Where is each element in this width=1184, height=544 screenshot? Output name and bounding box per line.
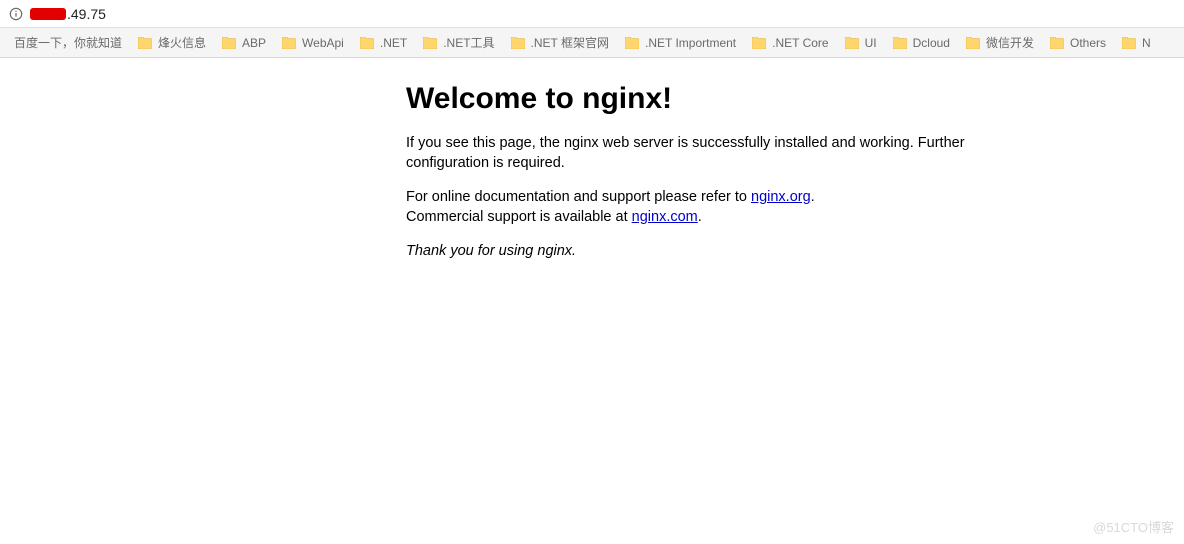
bm-ui[interactable]: UI xyxy=(837,30,885,56)
p2-mid: . xyxy=(811,189,815,205)
redacted-ip-portion xyxy=(30,8,66,20)
bookmark-label: .NET 框架官网 xyxy=(531,34,609,51)
folder-icon xyxy=(282,37,296,49)
folder-icon xyxy=(752,37,766,49)
folder-icon xyxy=(222,37,236,49)
bookmark-label: Dcloud xyxy=(913,36,950,50)
bm-abp[interactable]: ABP xyxy=(214,30,274,56)
bookmark-label: WebApi xyxy=(302,36,344,50)
bm-n-partial[interactable]: N xyxy=(1114,30,1159,56)
bookmark-label: Others xyxy=(1070,36,1106,50)
bookmark-label: 微信开发 xyxy=(986,34,1034,51)
info-icon[interactable] xyxy=(8,6,24,22)
folder-icon xyxy=(966,37,980,49)
bookmark-label: .NET Core xyxy=(772,36,828,50)
watermark-text: @51CTO博客 xyxy=(1093,517,1174,536)
folder-icon xyxy=(625,37,639,49)
bm-baidu[interactable]: 百度一下，你就知道 xyxy=(6,30,130,56)
p2-end: . xyxy=(698,209,702,225)
folder-icon xyxy=(423,37,437,49)
bookmark-label: 百度一下，你就知道 xyxy=(14,34,122,51)
bm-dotnet-core[interactable]: .NET Core xyxy=(744,30,836,56)
paragraph-docs: For online documentation and support ple… xyxy=(406,188,996,227)
address-bar: .49.75 xyxy=(0,0,1184,28)
bookmark-label: 烽火信息 xyxy=(158,34,206,51)
bm-others[interactable]: Others xyxy=(1042,30,1114,56)
folder-icon xyxy=(1050,37,1064,49)
link-nginx-com[interactable]: nginx.com xyxy=(632,209,698,225)
folder-icon xyxy=(893,37,907,49)
bm-dcloud[interactable]: Dcloud xyxy=(885,30,958,56)
paragraph-thanks: Thank you for using nginx. xyxy=(406,242,996,262)
folder-icon xyxy=(360,37,374,49)
bookmark-label: .NET xyxy=(380,36,407,50)
bookmark-label: .NET工具 xyxy=(443,34,494,51)
bookmark-label: .NET Importment xyxy=(645,36,736,50)
paragraph-installed: If you see this page, the nginx web serv… xyxy=(406,134,996,173)
link-nginx-org[interactable]: nginx.org xyxy=(751,189,811,205)
bm-dotnet[interactable]: .NET xyxy=(352,30,415,56)
bookmark-label: ABP xyxy=(242,36,266,50)
folder-icon xyxy=(511,37,525,49)
bm-dotnet-framework[interactable]: .NET 框架官网 xyxy=(503,30,617,56)
bm-webapi[interactable]: WebApi xyxy=(274,30,352,56)
folder-icon xyxy=(138,37,152,49)
bm-dotnet-importment[interactable]: .NET Importment xyxy=(617,30,744,56)
p2-after: Commercial support is available at xyxy=(406,209,632,225)
url-text[interactable]: .49.75 xyxy=(67,6,106,22)
bm-fenghuo[interactable]: 烽火信息 xyxy=(130,30,214,56)
folder-icon xyxy=(845,37,859,49)
bookmark-label: N xyxy=(1142,36,1151,50)
bm-wechat-dev[interactable]: 微信开发 xyxy=(958,30,1042,56)
folder-icon xyxy=(1122,37,1136,49)
page-content: Welcome to nginx! If you see this page, … xyxy=(406,82,996,262)
bookmarks-bar: 百度一下，你就知道 烽火信息 ABP WebApi .NET .NET工具 .NET 框架官… xyxy=(0,28,1184,58)
bookmark-label: UI xyxy=(865,36,877,50)
page-title: Welcome to nginx! xyxy=(406,82,996,116)
p2-pre: For online documentation and support ple… xyxy=(406,189,751,205)
bm-dotnet-tools[interactable]: .NET工具 xyxy=(415,30,502,56)
